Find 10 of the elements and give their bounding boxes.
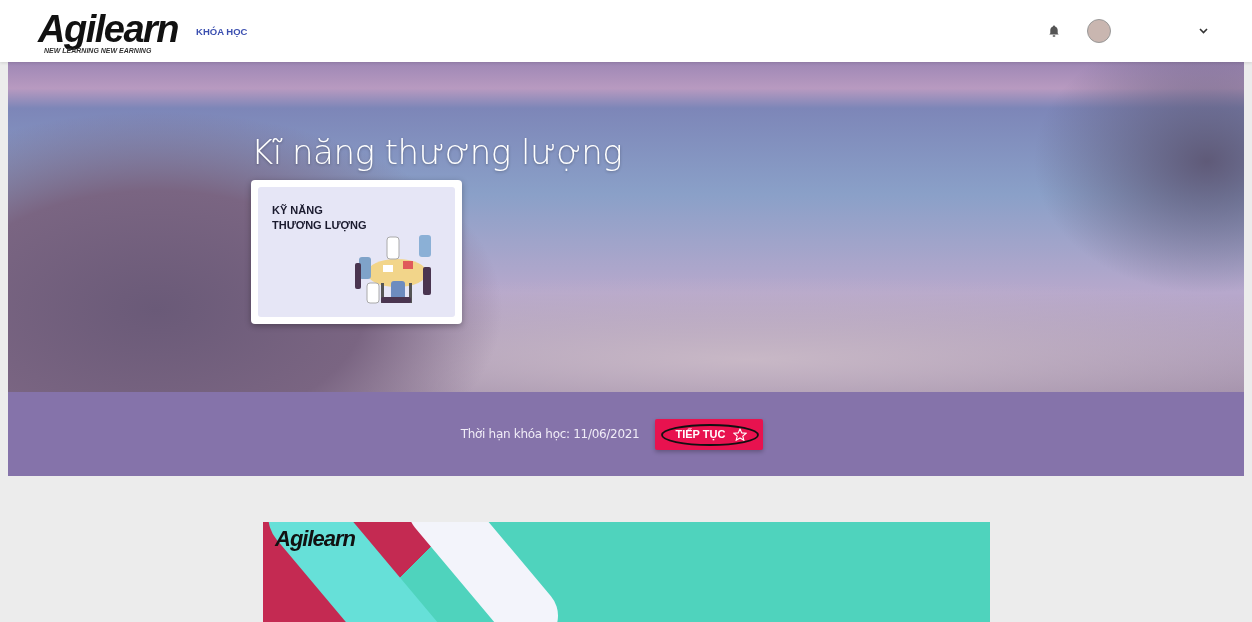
avatar-circle[interactable]	[1087, 19, 1111, 43]
bell-icon[interactable]	[1049, 25, 1059, 37]
thumbnail-caption: THƯƠNG LƯỢNG	[272, 218, 368, 233]
course-title: Kĩ năng thương lượng	[251, 132, 624, 172]
chevron-down-icon[interactable]	[1199, 28, 1208, 34]
nav-link[interactable]: KHÓA HỌC	[196, 25, 248, 37]
star-icon	[733, 427, 748, 441]
thumbnail-caption: KỸ NĂNG	[272, 203, 324, 218]
course-deadline: Thời hạn khóa học: 11/06/2021	[460, 427, 640, 441]
banner-logo-text: Agilearn	[275, 526, 356, 552]
